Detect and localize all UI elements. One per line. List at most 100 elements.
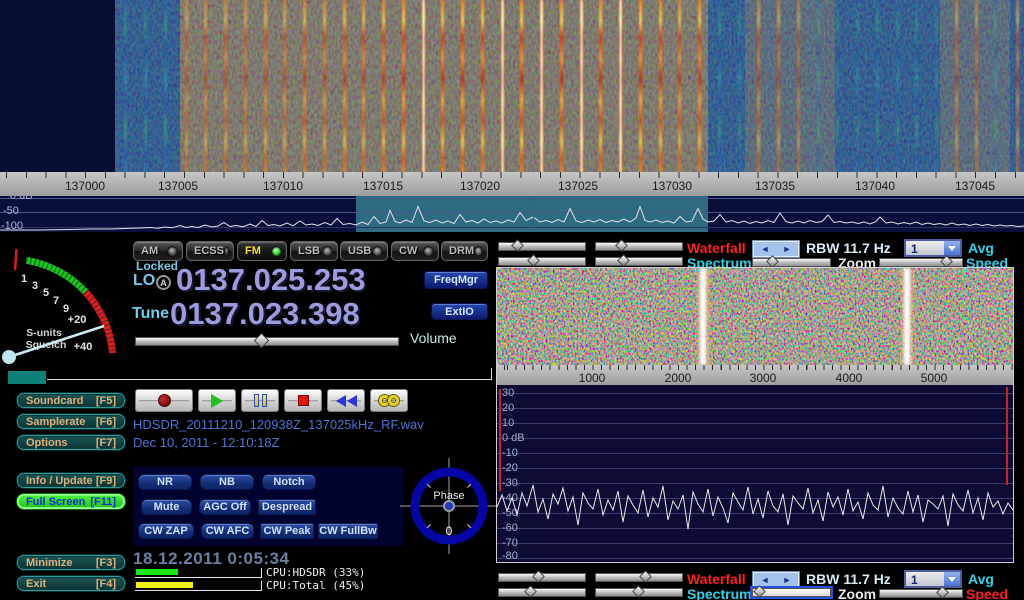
cw-peak-button[interactable]: CW Peak	[260, 523, 314, 539]
rbw-decrease-button[interactable]: ◄	[761, 245, 770, 254]
audio-spectrum-display[interactable]: 30 20 10 0 dB -10 -20 -30 -40 -50 -60 -7…	[497, 385, 1013, 562]
sidebar-item-options[interactable]: Options [F7]	[17, 435, 125, 450]
chevron-down-icon[interactable]	[944, 572, 960, 586]
agc-off-button[interactable]: AGC Off	[199, 499, 251, 515]
sidebar-item-exit[interactable]: Exit [F4]	[17, 576, 125, 591]
mode-button-fm[interactable]: FM	[237, 241, 287, 261]
slider-thumb[interactable]	[753, 585, 766, 598]
slider-thumb[interactable]	[940, 255, 953, 268]
slider-thumb[interactable]	[639, 570, 652, 583]
nr-button[interactable]: NR	[138, 474, 192, 490]
waterfall-contrast-slider-bottom[interactable]	[595, 573, 683, 582]
mode-button-lsb[interactable]: LSB	[290, 241, 338, 261]
zoom-slider-top[interactable]	[752, 258, 831, 267]
mode-button-am[interactable]: AM	[133, 241, 183, 261]
rbw-increase-button[interactable]: ►	[783, 576, 792, 585]
loop-button[interactable]	[370, 389, 408, 412]
notch-button[interactable]: Notch	[262, 474, 316, 490]
rewind-button[interactable]	[327, 389, 365, 412]
despread-button[interactable]: Despread	[258, 499, 316, 515]
locked-label: Locked	[136, 259, 178, 273]
cpu-hdsdr-bar-fill	[136, 569, 178, 575]
freq-label: 137030	[652, 179, 692, 193]
mode-button-cw[interactable]: CW	[391, 241, 439, 261]
mode-button-drm[interactable]: DRM	[441, 241, 488, 261]
extio-button[interactable]: ExtIO	[431, 303, 488, 320]
volume-slider-thumb[interactable]	[254, 333, 270, 349]
rbw-increase-button[interactable]: ►	[783, 245, 792, 254]
tune-label: Tune	[132, 305, 169, 323]
volume-slider[interactable]	[135, 337, 399, 346]
lo-lock-badge[interactable]: A	[156, 275, 171, 290]
waterfall-brightness-slider-top[interactable]	[498, 242, 586, 251]
slider-thumb[interactable]	[617, 254, 630, 267]
avg-select-top[interactable]: 1	[904, 239, 962, 257]
spectrum-range-slider-top[interactable]	[498, 257, 586, 266]
rbw-decrease-button[interactable]: ◄	[761, 576, 770, 585]
s-meter-peak-marker	[15, 249, 17, 270]
sidebar-item-minimize[interactable]: Minimize [F3]	[17, 555, 125, 570]
lo-frequency-display[interactable]: 0137.025.253	[176, 262, 366, 298]
slider-thumb[interactable]	[511, 239, 524, 252]
cw-afc-button[interactable]: CW AFC	[201, 523, 254, 539]
mode-button-ecss[interactable]: ECSS	[186, 241, 234, 261]
pause-button[interactable]	[241, 389, 279, 412]
led-indicator	[224, 246, 229, 257]
phase-value: 0	[446, 524, 453, 538]
waterfall-label-bottom[interactable]: Waterfall	[687, 571, 746, 587]
speed-slider-bottom[interactable]	[879, 589, 963, 598]
mode-button-usb[interactable]: USB	[340, 241, 388, 261]
spectrum-range-slider-bottom[interactable]	[498, 588, 586, 597]
slider-thumb[interactable]	[936, 586, 949, 599]
slider-thumb[interactable]	[766, 255, 779, 268]
freqmgr-button[interactable]: FreqMgr	[424, 271, 488, 289]
slider-thumb[interactable]	[527, 254, 540, 267]
mute-button[interactable]: Mute	[141, 499, 192, 515]
phase-scope[interactable]: Phase 0	[400, 458, 500, 554]
spectrum-edge-marker-right	[1006, 387, 1008, 485]
slider-thumb[interactable]	[632, 585, 645, 598]
rbw-stepper-top[interactable]: ◄ ►	[753, 241, 799, 257]
waterfall-brightness-slider-bottom[interactable]	[498, 573, 586, 582]
tune-marker[interactable]	[533, 196, 534, 232]
speed-slider-top[interactable]	[879, 258, 963, 267]
spectrum-edge-marker-left	[499, 389, 501, 491]
spectrum-offset-slider-top[interactable]	[595, 257, 683, 266]
slider-thumb[interactable]	[524, 585, 537, 598]
sidebar-item-full-screen[interactable]: Full Screen [F11]	[17, 494, 125, 509]
waterfall-label-top[interactable]: Waterfall	[687, 240, 746, 256]
record-button[interactable]	[135, 389, 193, 412]
rf-spectrum-display[interactable]: 0 dB -50 -100	[0, 196, 1024, 232]
play-button[interactable]	[198, 389, 236, 412]
phase-center-dot	[444, 501, 454, 511]
stop-button[interactable]	[284, 389, 322, 412]
spectrum-label-bottom[interactable]: Spectrum	[687, 586, 752, 600]
audio-waterfall-display[interactable]	[497, 268, 1013, 365]
chevron-down-icon[interactable]	[944, 241, 960, 255]
squelch-indicator[interactable]	[8, 371, 46, 384]
rf-frequency-scale[interactable]: 137000 137005 137010 137015 137020 13702…	[0, 172, 1024, 196]
avg-select-bottom[interactable]: 1	[904, 570, 962, 588]
slider-thumb[interactable]	[532, 570, 545, 583]
tune-frequency-display[interactable]: 0137.023.398	[170, 296, 360, 332]
sidebar-item-soundcard[interactable]: Soundcard [F5]	[17, 393, 125, 408]
stop-icon	[298, 395, 309, 406]
sidebar-item-samplerate[interactable]: Samplerate [F6]	[17, 414, 125, 429]
rf-waterfall-display[interactable]	[0, 0, 1024, 172]
slider-thumb[interactable]	[615, 239, 628, 252]
audio-spectrum-trace	[497, 385, 1013, 562]
nb-button[interactable]: NB	[200, 474, 254, 490]
cw-zap-button[interactable]: CW ZAP	[138, 523, 194, 539]
cw-fullbw-button[interactable]: CW FullBw	[318, 523, 378, 539]
avg-value: 1	[906, 241, 944, 255]
sidebar-item-label: Samplerate	[26, 416, 85, 428]
lo-label: LO	[133, 272, 155, 290]
s-meter-needle-pivot	[2, 350, 16, 364]
sidebar-item-info-update[interactable]: Info / Update [F9]	[17, 473, 125, 488]
s-meter-tick-label: +40	[74, 341, 93, 353]
audio-frequency-scale[interactable]: 1000 2000 3000 4000 5000	[497, 365, 1013, 385]
zoom-slider-bottom[interactable]	[752, 588, 831, 597]
waterfall-contrast-slider-top[interactable]	[595, 242, 683, 251]
sidebar-item-fkey: [F3]	[96, 557, 116, 569]
spectrum-offset-slider-bottom[interactable]	[595, 588, 683, 597]
